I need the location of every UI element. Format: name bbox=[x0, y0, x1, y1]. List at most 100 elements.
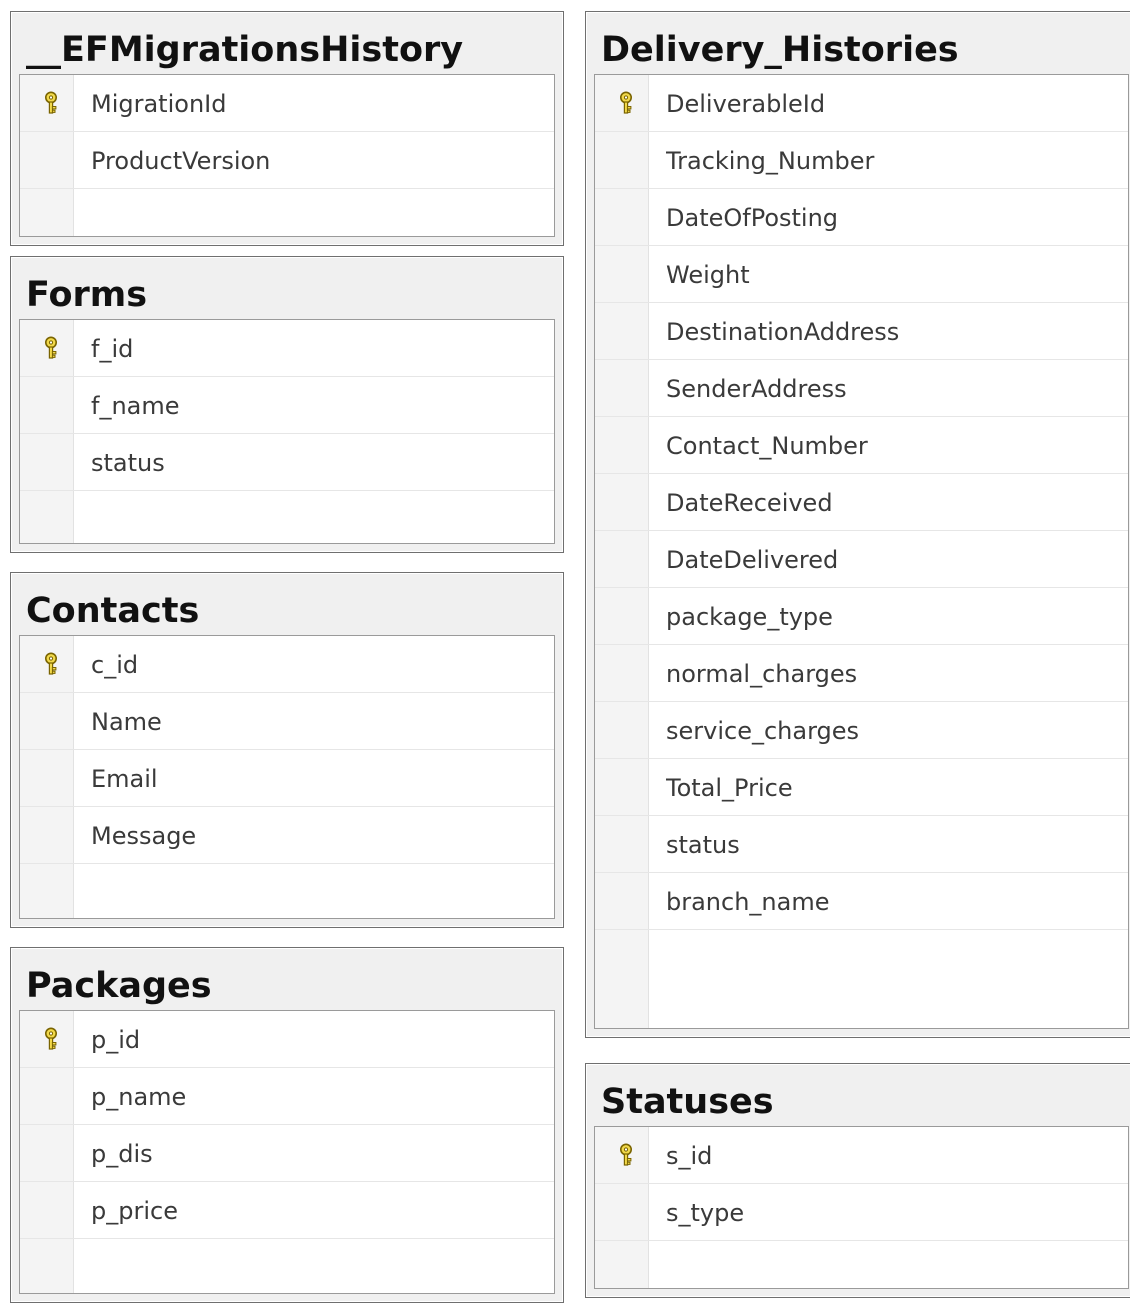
new-column-row[interactable] bbox=[20, 1239, 554, 1293]
row-selector[interactable] bbox=[595, 1184, 648, 1240]
column-row[interactable]: DateReceived bbox=[595, 474, 1128, 531]
row-selector[interactable] bbox=[595, 303, 648, 359]
new-column-row[interactable] bbox=[595, 930, 1128, 986]
row-selector[interactable] bbox=[20, 750, 73, 806]
column-row[interactable]: p_name bbox=[20, 1068, 554, 1125]
row-selector[interactable] bbox=[20, 1125, 73, 1181]
column-name: Contact_Number bbox=[666, 432, 868, 460]
row-selector[interactable] bbox=[595, 75, 648, 131]
table-title[interactable]: Forms bbox=[11, 257, 563, 315]
column-name: Message bbox=[91, 822, 197, 850]
row-selector[interactable] bbox=[595, 759, 648, 815]
table-title[interactable]: __EFMigrationsHistory bbox=[11, 12, 563, 70]
table-delivery-histories[interactable]: Delivery_Histories DeliverableId Tracking… bbox=[585, 11, 1130, 1038]
column-row[interactable]: p_id bbox=[20, 1011, 554, 1068]
row-selector[interactable] bbox=[595, 246, 648, 302]
column-row[interactable]: Contact_Number bbox=[595, 417, 1128, 474]
column-row[interactable]: Total_Price bbox=[595, 759, 1128, 816]
column-row[interactable]: normal_charges bbox=[595, 645, 1128, 702]
column-row[interactable]: c_id bbox=[20, 636, 554, 693]
row-selector[interactable] bbox=[20, 320, 73, 376]
column-row[interactable]: f_name bbox=[20, 377, 554, 434]
column-name: DateReceived bbox=[666, 489, 833, 517]
row-selector[interactable] bbox=[20, 1182, 73, 1238]
row-selector[interactable] bbox=[595, 189, 648, 245]
column-name: Weight bbox=[666, 261, 750, 289]
column-row[interactable]: SenderAddress bbox=[595, 360, 1128, 417]
column-row[interactable]: DeliverableId bbox=[595, 75, 1128, 132]
row-selector[interactable] bbox=[595, 531, 648, 587]
column-row[interactable]: status bbox=[20, 434, 554, 491]
column-name: service_charges bbox=[666, 717, 860, 745]
row-selector[interactable] bbox=[20, 377, 73, 433]
column-name: package_type bbox=[666, 603, 833, 631]
column-row[interactable]: package_type bbox=[595, 588, 1128, 645]
table-contacts[interactable]: Contacts c_id Name Email Message bbox=[10, 572, 564, 928]
column-name: DestinationAddress bbox=[666, 318, 900, 346]
new-column-row[interactable] bbox=[20, 864, 554, 918]
column-row[interactable]: s_id bbox=[595, 1127, 1128, 1184]
column-row[interactable]: p_dis bbox=[20, 1125, 554, 1182]
table-title[interactable]: Packages bbox=[11, 948, 563, 1006]
row-selector[interactable] bbox=[595, 417, 648, 473]
key-icon bbox=[45, 652, 57, 675]
row-selector[interactable] bbox=[20, 1011, 73, 1067]
column-row[interactable]: s_type bbox=[595, 1184, 1128, 1241]
table-title[interactable]: Delivery_Histories bbox=[586, 12, 1130, 70]
table-forms[interactable]: Forms f_id f_name status bbox=[10, 256, 564, 553]
column-row[interactable]: DateDelivered bbox=[595, 531, 1128, 588]
column-row[interactable]: f_id bbox=[20, 320, 554, 377]
row-selector[interactable] bbox=[595, 702, 648, 758]
new-column-row[interactable] bbox=[20, 491, 554, 543]
row-selector[interactable] bbox=[20, 1068, 73, 1124]
column-row[interactable]: Name bbox=[20, 693, 554, 750]
row-selector[interactable] bbox=[595, 132, 648, 188]
column-row[interactable]: status bbox=[595, 816, 1128, 873]
column-list: DeliverableId Tracking_Number DateOfPostin… bbox=[594, 74, 1129, 1029]
column-row[interactable]: p_price bbox=[20, 1182, 554, 1239]
column-name: Name bbox=[91, 708, 162, 736]
row-selector[interactable] bbox=[595, 474, 648, 530]
row-selector[interactable] bbox=[595, 360, 648, 416]
column-name: normal_charges bbox=[666, 660, 858, 688]
column-name: ProductVersion bbox=[91, 147, 271, 175]
column-row[interactable]: branch_name bbox=[595, 873, 1128, 930]
column-name: p_price bbox=[91, 1197, 178, 1225]
column-row[interactable]: DestinationAddress bbox=[595, 303, 1128, 360]
row-selector[interactable] bbox=[20, 75, 73, 131]
column-name: p_id bbox=[91, 1026, 141, 1054]
key-icon bbox=[620, 91, 632, 114]
column-name: DateOfPosting bbox=[666, 204, 839, 232]
row-selector[interactable] bbox=[595, 816, 648, 872]
column-row[interactable]: Email bbox=[20, 750, 554, 807]
column-name: c_id bbox=[91, 651, 139, 679]
column-row[interactable]: DateOfPosting bbox=[595, 189, 1128, 246]
new-column-row[interactable] bbox=[595, 1241, 1128, 1288]
column-row[interactable]: Tracking_Number bbox=[595, 132, 1128, 189]
row-selector[interactable] bbox=[595, 873, 648, 929]
row-selector[interactable] bbox=[20, 636, 73, 692]
column-row[interactable]: Message bbox=[20, 807, 554, 864]
row-selector[interactable] bbox=[20, 693, 73, 749]
column-name: status bbox=[666, 831, 740, 859]
new-column-row[interactable] bbox=[20, 189, 554, 236]
table-migrations[interactable]: __EFMigrationsHistory MigrationId Product… bbox=[10, 11, 564, 246]
row-selector[interactable] bbox=[595, 1127, 648, 1183]
key-icon bbox=[45, 1027, 57, 1050]
column-row[interactable]: Weight bbox=[595, 246, 1128, 303]
column-row[interactable]: service_charges bbox=[595, 702, 1128, 759]
column-name: s_id bbox=[666, 1142, 713, 1170]
key-icon bbox=[45, 91, 57, 114]
row-selector[interactable] bbox=[595, 588, 648, 644]
table-statuses[interactable]: Statuses s_id s_type bbox=[585, 1063, 1130, 1298]
table-packages[interactable]: Packages p_id p_name p_dis p_price bbox=[10, 947, 564, 1303]
row-selector[interactable] bbox=[20, 807, 73, 863]
row-selector[interactable] bbox=[20, 132, 73, 188]
column-row[interactable]: MigrationId bbox=[20, 75, 554, 132]
row-selector[interactable] bbox=[20, 434, 73, 490]
table-title[interactable]: Contacts bbox=[11, 573, 563, 631]
table-title[interactable]: Statuses bbox=[586, 1064, 1130, 1122]
row-selector[interactable] bbox=[595, 645, 648, 701]
column-name: f_id bbox=[91, 335, 134, 363]
column-row[interactable]: ProductVersion bbox=[20, 132, 554, 189]
